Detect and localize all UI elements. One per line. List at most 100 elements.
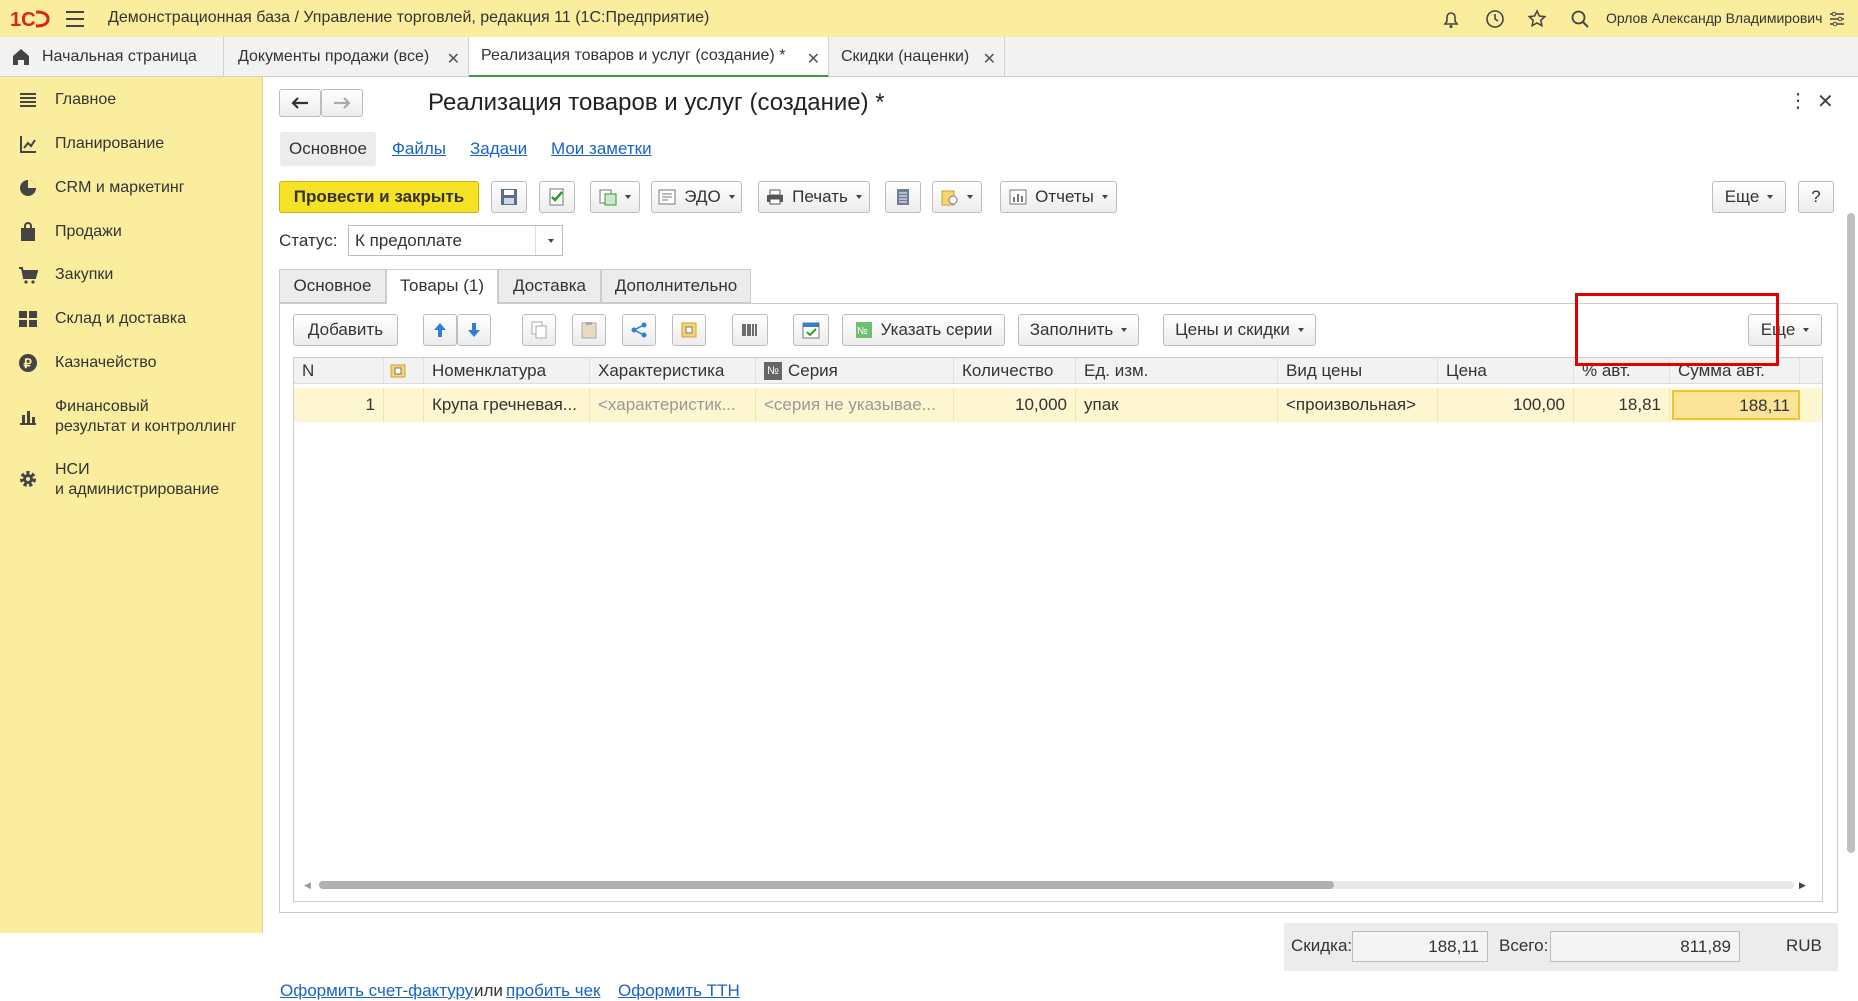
subtab-additional[interactable]: Дополнительно: [601, 269, 751, 303]
invoice-link[interactable]: Оформить счет-фактуру: [280, 981, 473, 1001]
tab-home[interactable]: Начальная страница: [0, 37, 224, 77]
close-icon[interactable]: ✕: [983, 49, 996, 69]
sidebar-item-sales[interactable]: Продажи: [0, 213, 263, 253]
selection-icon: [681, 322, 697, 338]
col-header-icon[interactable]: [384, 358, 424, 384]
scroll-right-icon[interactable]: ▶: [1799, 880, 1806, 891]
nav-notes[interactable]: Мои заметки: [551, 139, 652, 159]
arrow-left-icon: [291, 97, 308, 109]
sidebar-item-treasury[interactable]: ₽ Казначейство: [0, 344, 263, 384]
vertical-scrollbar[interactable]: [1847, 213, 1855, 853]
user-name[interactable]: Орлов Александр Владимирович: [1606, 10, 1822, 26]
status-select[interactable]: К предоплате: [348, 225, 563, 256]
post-icon: [549, 188, 564, 206]
sidebar-item-finance[interactable]: Финансовый результат и контроллинг: [0, 388, 263, 444]
move-down-button[interactable]: [457, 314, 491, 346]
col-header-n[interactable]: N: [294, 358, 384, 384]
save-button[interactable]: [491, 181, 527, 213]
move-up-button[interactable]: [423, 314, 457, 346]
edo-button[interactable]: ЭДО: [651, 181, 742, 213]
nav-main[interactable]: Основное: [280, 132, 376, 166]
sidebar-item-crm[interactable]: CRM и маркетинг: [0, 169, 263, 209]
star-icon[interactable]: [1526, 8, 1548, 30]
tab-discounts[interactable]: Скидки (наценки) ✕: [829, 37, 1005, 77]
search-icon[interactable]: [1569, 8, 1591, 30]
post-close-button[interactable]: Провести и закрыть: [279, 181, 479, 213]
sidebar-item-label: НСИ: [55, 461, 90, 478]
history-icon[interactable]: [1484, 8, 1506, 30]
journal-button[interactable]: [885, 181, 921, 213]
cell-price-type[interactable]: <произвольная>: [1278, 388, 1438, 422]
fill-button[interactable]: Заполнить: [1018, 314, 1139, 346]
nav-files[interactable]: Файлы: [392, 139, 446, 159]
sidebar-item-purchases[interactable]: Закупки: [0, 256, 263, 296]
close-icon[interactable]: ✕: [447, 49, 460, 69]
create-based-icon: [599, 189, 617, 206]
cell-price[interactable]: 100,00: [1438, 388, 1574, 422]
top-bar: 1C Демонстрационная база / Управление то…: [0, 0, 1858, 37]
ttn-link[interactable]: Оформить ТТН: [618, 981, 740, 1001]
prices-discounts-button[interactable]: Цены и скидки: [1163, 314, 1316, 346]
totals-panel: Скидка: 188,11 Всего: 811,89 RUB: [1284, 923, 1838, 971]
chevron-down-icon[interactable]: [535, 226, 562, 255]
attach-button[interactable]: [932, 181, 982, 213]
split-button[interactable]: [622, 314, 656, 346]
status-value: К предоплате: [355, 231, 462, 250]
sidebar-item-label: и администрирование: [55, 481, 220, 498]
specify-series-button[interactable]: № Указать серии: [842, 314, 1005, 346]
close-icon[interactable]: ✕: [1817, 89, 1834, 114]
scroll-left-icon[interactable]: ◀: [304, 880, 311, 891]
col-header-unit[interactable]: Ед. изм.: [1076, 358, 1278, 384]
more-button[interactable]: Еще: [1712, 181, 1786, 213]
col-header-price-type[interactable]: Вид цены: [1278, 358, 1438, 384]
chevron-down-icon: [967, 195, 973, 199]
sidebar-item-main[interactable]: Главное: [0, 81, 263, 121]
copy-button[interactable]: [522, 314, 556, 346]
col-header-item[interactable]: Номенклатура: [424, 358, 590, 384]
cart-icon: [19, 267, 38, 284]
sidebar-item-warehouse[interactable]: Склад и доставка: [0, 300, 263, 340]
cell-series[interactable]: <серия не указывае...: [756, 388, 954, 422]
cell-item[interactable]: Крупа гречневая...: [424, 388, 590, 422]
close-icon[interactable]: ✕: [807, 49, 820, 69]
forward-button[interactable]: [321, 89, 363, 117]
receipt-link[interactable]: пробить чек: [506, 981, 600, 1001]
cell-qty[interactable]: 10,000: [954, 388, 1076, 422]
subtab-goods[interactable]: Товары (1): [386, 269, 498, 304]
tab-sale-create[interactable]: Реализация товаров и услуг (создание) * …: [469, 37, 829, 77]
check-calendar-button[interactable]: [793, 314, 829, 346]
table-row[interactable]: 1 Крупа гречневая... <характеристик... <…: [294, 388, 1822, 422]
subtab-delivery[interactable]: Доставка: [498, 269, 601, 303]
barcode-button[interactable]: [732, 314, 768, 346]
paste-button[interactable]: [572, 314, 606, 346]
sidebar-item-label: Закупки: [55, 266, 114, 283]
tab-sales-docs[interactable]: Документы продажи (все) ✕: [224, 37, 469, 77]
add-button[interactable]: Добавить: [293, 314, 398, 346]
nav-tasks[interactable]: Задачи: [470, 139, 527, 159]
back-button[interactable]: [279, 89, 321, 117]
reports-button[interactable]: Отчеты: [1000, 181, 1117, 213]
settings-icon[interactable]: [1826, 8, 1848, 30]
col-header-series[interactable]: № Серия: [756, 358, 954, 384]
post-button[interactable]: [539, 181, 575, 213]
col-header-characteristic[interactable]: Характеристика: [590, 358, 756, 384]
help-button[interactable]: ?: [1798, 181, 1834, 213]
1c-logo[interactable]: 1C: [10, 8, 50, 30]
selection-button[interactable]: [672, 314, 706, 346]
menu-icon[interactable]: [66, 11, 84, 27]
create-based-button[interactable]: [590, 181, 640, 213]
bell-icon[interactable]: [1440, 8, 1462, 30]
col-header-qty[interactable]: Количество: [954, 358, 1076, 384]
more-label: Еще: [1724, 187, 1760, 206]
status-label: Статус:: [279, 231, 338, 250]
horizontal-scrollbar-thumb[interactable]: [319, 881, 1334, 889]
sidebar-item-admin[interactable]: НСИ и администрирование: [0, 451, 263, 507]
sidebar-item-planning[interactable]: Планирование: [0, 125, 263, 165]
subtab-main[interactable]: Основное: [279, 269, 386, 303]
col-header-price[interactable]: Цена: [1438, 358, 1574, 384]
home-icon: [13, 49, 29, 65]
print-button[interactable]: Печать: [758, 181, 870, 213]
more-menu-icon[interactable]: ⋮: [1788, 91, 1808, 111]
cell-characteristic[interactable]: <характеристик...: [590, 388, 756, 422]
cell-unit[interactable]: упак: [1076, 388, 1278, 422]
